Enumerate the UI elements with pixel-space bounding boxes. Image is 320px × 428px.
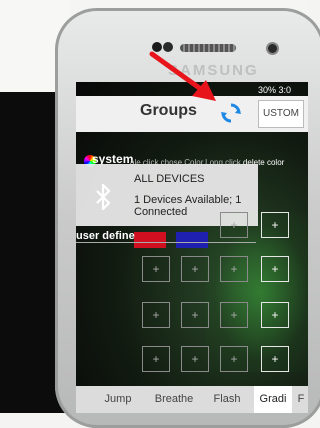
add-color-cell[interactable]: + xyxy=(261,212,289,238)
section-user-define-label: user define xyxy=(76,230,135,242)
tab-flash[interactable]: Flash xyxy=(202,386,252,413)
add-color-cell[interactable]: + xyxy=(261,256,289,282)
tab-jump[interactable]: Jump xyxy=(90,386,146,413)
page-title: Groups xyxy=(140,102,197,119)
color-swatch-red[interactable] xyxy=(134,232,166,248)
app-bar: Groups USTOM ⋮ xyxy=(76,96,308,132)
color-swatch-blue[interactable] xyxy=(176,232,208,248)
bluetooth-icon xyxy=(96,184,111,210)
add-color-cell[interactable]: + xyxy=(261,302,289,328)
custom-button[interactable]: USTOM xyxy=(258,100,304,128)
add-color-cell[interactable]: + xyxy=(220,256,248,282)
tab-gradient[interactable]: Gradi xyxy=(254,386,292,413)
photo-background: SAMSUNG 30% 3:0 Groups USTOM ⋮ system al… xyxy=(0,0,320,428)
add-color-cell[interactable]: + xyxy=(181,256,209,282)
add-color-cell[interactable]: + xyxy=(220,212,248,238)
sensor-icon xyxy=(163,42,173,52)
tab-f[interactable]: F xyxy=(294,386,308,413)
add-color-cell[interactable]: + xyxy=(142,346,170,372)
add-color-cell[interactable]: + xyxy=(261,346,289,372)
phone-brand-logo: SAMSUNG xyxy=(168,62,259,79)
add-color-cell[interactable]: + xyxy=(181,346,209,372)
overflow-menu-icon[interactable]: ⋮ xyxy=(305,106,308,123)
add-color-cell[interactable]: + xyxy=(181,302,209,328)
earpiece-speaker xyxy=(180,44,236,52)
front-camera-icon xyxy=(152,42,162,52)
proximity-sensor-icon xyxy=(268,44,277,53)
status-bar: 30% 3:0 xyxy=(258,85,292,95)
refresh-icon[interactable] xyxy=(219,101,243,125)
popup-title: ALL DEVICES xyxy=(134,173,205,185)
add-color-cell[interactable]: + xyxy=(220,346,248,372)
phone-screen: 30% 3:0 Groups USTOM ⋮ system ale click … xyxy=(76,82,308,413)
add-color-cell[interactable]: + xyxy=(220,302,248,328)
add-color-cell[interactable]: + xyxy=(142,256,170,282)
mode-tab-bar: Jump Breathe Flash Gradi F xyxy=(76,386,308,413)
add-color-cell[interactable]: + xyxy=(142,302,170,328)
section-divider xyxy=(76,242,256,243)
tab-breathe[interactable]: Breathe xyxy=(146,386,202,413)
